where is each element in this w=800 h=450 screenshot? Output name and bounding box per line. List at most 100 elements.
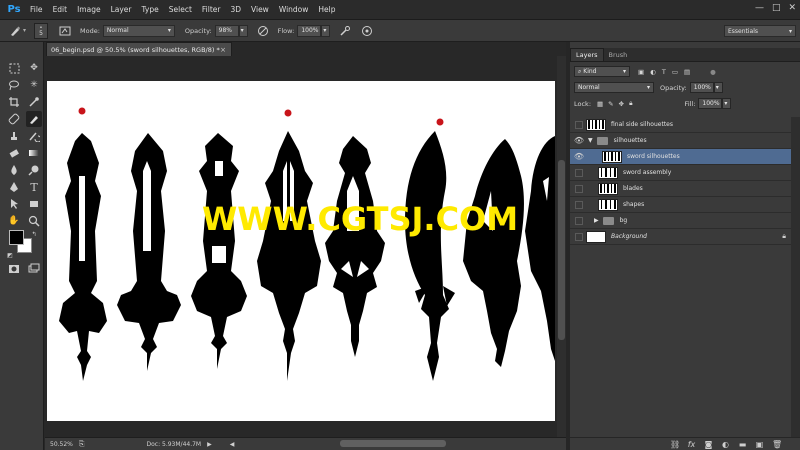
chevron-down-icon[interactable]: ▼ — [588, 137, 593, 144]
menu-help[interactable]: Help — [313, 5, 340, 14]
gradient-tool-icon[interactable] — [26, 145, 42, 161]
layer-group-row[interactable]: 👁︎ ▼ silhouettes — [570, 133, 792, 149]
layer-row[interactable]: final side silhouettes — [570, 117, 792, 133]
link-layers-icon[interactable]: ⛓ — [670, 440, 680, 449]
layer-name[interactable]: shapes — [623, 201, 644, 208]
layer-opacity-input[interactable]: 100% — [689, 82, 714, 93]
layer-style-icon[interactable]: fx — [687, 440, 696, 449]
airbrush-icon[interactable] — [338, 24, 352, 38]
eraser-tool-icon[interactable] — [6, 145, 22, 161]
mode-select[interactable]: Normal ▾ — [102, 24, 175, 37]
pressure-size-icon[interactable] — [360, 24, 374, 38]
filter-type-icon[interactable]: T — [662, 68, 666, 76]
new-group-icon[interactable]: ▬ — [738, 440, 747, 449]
menu-type[interactable]: Type — [137, 5, 164, 14]
brush-panel-toggle-icon[interactable] — [58, 24, 72, 38]
canvas-vertical-scroll-thumb[interactable] — [558, 160, 565, 340]
swap-colors-icon[interactable]: ↰ — [26, 226, 42, 242]
tab-brush[interactable]: Brush — [604, 49, 633, 61]
eye-icon[interactable]: 👁︎ — [572, 150, 586, 164]
filter-adjustment-icon[interactable]: ◐ — [650, 68, 656, 76]
layer-name[interactable]: blades — [623, 185, 643, 192]
menu-layer[interactable]: Layer — [106, 5, 137, 14]
healing-brush-tool-icon[interactable] — [6, 111, 22, 127]
layer-row[interactable]: blades — [570, 181, 792, 197]
layer-name[interactable]: bg — [620, 217, 628, 224]
blur-tool-icon[interactable] — [6, 162, 22, 178]
layer-group-row[interactable]: ▶ bg — [570, 213, 792, 229]
layer-name[interactable]: sword silhouettes — [627, 153, 680, 160]
zoom-level[interactable]: 50.52% — [50, 441, 73, 448]
move-tool-icon[interactable]: ✥ — [26, 60, 42, 76]
close-button[interactable]: ✕ — [788, 3, 796, 13]
close-icon[interactable]: × — [220, 46, 226, 54]
magic-wand-tool-icon[interactable]: ✳ — [26, 77, 42, 93]
foreground-color-swatch[interactable] — [9, 230, 24, 245]
layer-row[interactable]: sword assembly — [570, 165, 792, 181]
eyedropper-tool-icon[interactable] — [26, 94, 42, 110]
marquee-tool-icon[interactable] — [6, 60, 22, 76]
menu-3d[interactable]: 3D — [225, 5, 246, 14]
brush-tool-preset-icon[interactable] — [8, 24, 22, 38]
quick-mask-icon[interactable] — [6, 261, 22, 277]
lasso-tool-icon[interactable] — [6, 77, 22, 93]
lock-position-icon[interactable]: ✥ — [619, 100, 624, 108]
pressure-opacity-icon[interactable] — [256, 24, 270, 38]
workspace-switcher[interactable]: Essentials ▾ — [724, 25, 796, 37]
type-tool-icon[interactable]: T — [26, 179, 42, 195]
visibility-toggle[interactable] — [575, 200, 583, 209]
canvas-horizontal-scroll-thumb[interactable] — [340, 440, 446, 447]
scroll-left-arrow-icon[interactable]: ◀ — [230, 441, 235, 448]
filter-toggle-icon[interactable]: ● — [710, 68, 716, 76]
layer-name[interactable]: sword assembly — [623, 169, 671, 176]
filter-shape-icon[interactable]: ▭ — [672, 68, 678, 76]
visibility-toggle[interactable] — [575, 168, 583, 177]
maximize-button[interactable]: □ — [772, 3, 781, 13]
menu-file[interactable]: File — [25, 5, 48, 14]
layer-opacity-dropdown[interactable]: ▾ — [713, 82, 723, 93]
hand-tool-icon[interactable]: ✋ — [6, 213, 22, 229]
visibility-toggle[interactable] — [575, 184, 583, 193]
fill-dropdown[interactable]: ▾ — [722, 98, 732, 109]
opacity-dropdown[interactable]: ▾ — [238, 24, 248, 37]
brush-tool-icon[interactable] — [26, 111, 42, 127]
export-icon[interactable]: ⎘ — [79, 440, 85, 449]
layer-name[interactable]: Background — [611, 233, 647, 240]
blend-mode-select[interactable]: Normal ▾ — [574, 82, 654, 93]
document-canvas[interactable] — [47, 81, 555, 421]
visibility-toggle[interactable] — [575, 216, 583, 225]
status-menu-arrow-icon[interactable]: ▶ — [207, 441, 212, 448]
eye-icon[interactable]: 👁︎ — [572, 134, 586, 148]
menu-view[interactable]: View — [246, 5, 274, 14]
filter-smart-object-icon[interactable]: ▤ — [684, 68, 690, 76]
brush-size-picker[interactable]: • 5 — [34, 22, 49, 39]
filter-pixel-icon[interactable]: ▣ — [638, 68, 644, 76]
dodge-tool-icon[interactable] — [26, 162, 42, 178]
visibility-toggle[interactable] — [575, 232, 583, 241]
crop-tool-icon[interactable] — [6, 94, 22, 110]
menu-filter[interactable]: Filter — [197, 5, 226, 14]
layer-row[interactable]: Background 🔒︎ — [570, 229, 792, 245]
adjustment-layer-icon[interactable]: ◐ — [721, 440, 730, 449]
lock-pixels-icon[interactable]: ✎ — [608, 100, 613, 108]
layer-row[interactable]: shapes — [570, 197, 792, 213]
layer-name[interactable]: final side silhouettes — [611, 121, 673, 128]
minimize-button[interactable]: — — [755, 3, 764, 13]
opacity-input[interactable]: 98% — [214, 24, 239, 37]
menu-edit[interactable]: Edit — [48, 5, 73, 14]
path-selection-tool-icon[interactable] — [6, 196, 22, 212]
filter-kind-select[interactable]: ⌕ Kind ▾ — [574, 66, 630, 77]
trash-icon[interactable]: 🗑︎ — [772, 440, 782, 449]
flow-input[interactable]: 100% — [297, 24, 322, 37]
lock-transparent-icon[interactable]: ▦ — [597, 100, 603, 108]
visibility-toggle[interactable] — [575, 120, 583, 129]
document-tab[interactable]: 06_begin.psd @ 50.5% (sword silhouettes,… — [46, 42, 232, 56]
pen-tool-icon[interactable] — [6, 179, 22, 195]
layers-panel-scrollbar[interactable] — [791, 117, 800, 437]
layer-name[interactable]: silhouettes — [614, 137, 647, 144]
fill-input[interactable]: 100% — [698, 98, 723, 109]
tab-layers[interactable]: Layers — [570, 48, 604, 61]
layer-row[interactable]: 👁︎ sword silhouettes — [570, 149, 792, 165]
new-layer-icon[interactable]: ▣ — [755, 440, 764, 449]
history-brush-tool-icon[interactable] — [26, 128, 42, 144]
